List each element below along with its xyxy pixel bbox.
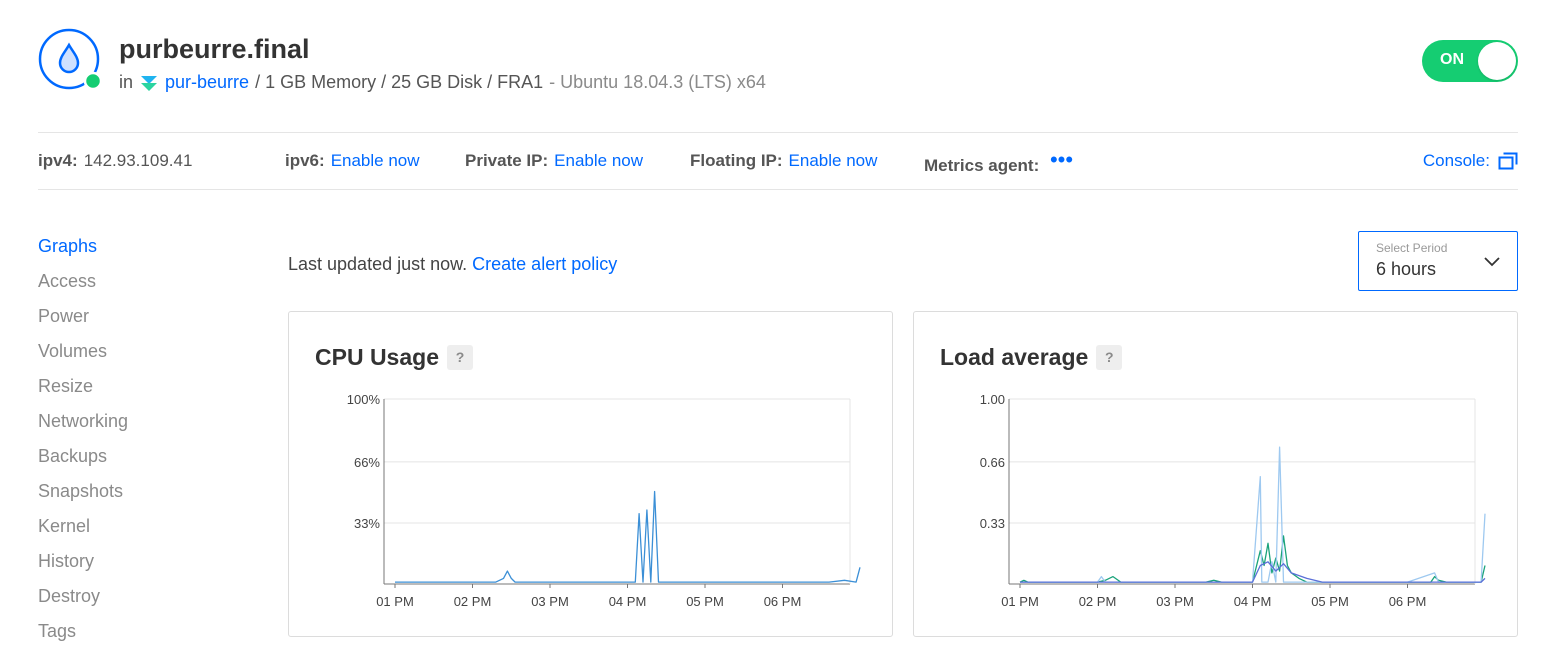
power-toggle[interactable]: ON xyxy=(1422,40,1518,82)
ipv4-value[interactable]: 142.93.109.41 xyxy=(84,151,193,170)
select-period-dropdown[interactable]: Select Period 6 hours xyxy=(1358,231,1518,291)
cpu-usage-card: 33% 66% 100% 01 PM 02 PM 03 PM 04 PM 05 PM 06 PM… xyxy=(288,311,893,637)
last-updated: Last updated just now. Create alert poli… xyxy=(288,254,617,275)
cpu-chart-y-tick-label: 33% xyxy=(354,516,380,531)
private-ip-info: Private IP: Enable now xyxy=(465,151,643,171)
load-chart-y-tick-label: 0.33 xyxy=(980,516,1005,531)
load-chart-x-tick-label: 03 PM xyxy=(1156,594,1194,609)
select-period-value: 6 hours xyxy=(1376,259,1437,279)
cpu-chart-y-tick-label: 66% xyxy=(354,455,380,470)
sidebar-item-backups[interactable]: Backups xyxy=(38,444,128,479)
load-chart-x-tick-label: 01 PM xyxy=(1001,594,1039,609)
sidebar-item-tags[interactable]: Tags xyxy=(38,619,128,645)
cpu-usage-help-icon[interactable]: ? xyxy=(446,345,473,370)
cpu-chart-x-tick-label: 03 PM xyxy=(531,594,569,609)
load-chart-y-tick-label: 1.00 xyxy=(980,392,1005,407)
private-ip-enable-link[interactable]: Enable now xyxy=(554,151,643,170)
sidebar-item-kernel[interactable]: Kernel xyxy=(38,514,128,549)
load-chart-x-tick-label: 02 PM xyxy=(1079,594,1117,609)
droplet-sidebar: Graphs Access Power Volumes Resize Netwo… xyxy=(38,234,128,645)
in-label: in xyxy=(119,72,134,92)
ipv6-info: ipv6: Enable now xyxy=(285,151,420,171)
private-ip-label: Private IP: xyxy=(465,151,549,170)
status-dot-icon xyxy=(83,71,102,91)
floating-ip-enable-link[interactable]: Enable now xyxy=(789,151,878,170)
load-chart-y-tick-label: 0.66 xyxy=(980,455,1005,470)
cpu-chart-x-tick-label: 06 PM xyxy=(764,594,802,609)
sidebar-item-graphs[interactable]: Graphs xyxy=(38,234,128,269)
sidebar-item-networking[interactable]: Networking xyxy=(38,409,128,444)
cpu-usage-title: CPU Usage ? xyxy=(315,344,473,371)
load-chart-x-tick-label: 05 PM xyxy=(1311,594,1349,609)
sidebar-item-volumes[interactable]: Volumes xyxy=(38,339,128,374)
ipv4-label: ipv4: xyxy=(38,151,78,170)
metrics-agent-info: Metrics agent: ••• xyxy=(924,147,1073,177)
metrics-agent-label: Metrics agent: xyxy=(924,156,1040,175)
ipv4-info: ipv4: 142.93.109.41 xyxy=(38,151,192,171)
metrics-agent-more-icon[interactable]: ••• xyxy=(1050,147,1073,172)
cpu-chart-y-tick-label: 100% xyxy=(347,392,381,407)
droplet-header: purbeurre.final in pur-beurre / 1 GB Mem… xyxy=(38,28,1518,98)
sidebar-item-power[interactable]: Power xyxy=(38,304,128,339)
cpu-usage-title-text: CPU Usage xyxy=(315,344,439,370)
toggle-knob xyxy=(1478,42,1516,80)
power-toggle-label: ON xyxy=(1440,51,1464,68)
ipv6-label: ipv6: xyxy=(285,151,325,170)
sidebar-item-access[interactable]: Access xyxy=(38,269,128,304)
sidebar-item-destroy[interactable]: Destroy xyxy=(38,584,128,619)
load-chart-series-line-1 xyxy=(1020,446,1486,583)
ipv6-enable-link[interactable]: Enable now xyxy=(331,151,420,170)
load-average-title: Load average ? xyxy=(940,344,1123,371)
select-period-caption: Select Period xyxy=(1376,241,1448,255)
console-link[interactable]: Console: xyxy=(1423,151,1518,171)
create-alert-policy-link[interactable]: Create alert policy xyxy=(472,254,617,274)
droplet-title: purbeurre.final xyxy=(119,34,310,64)
last-updated-text: Last updated just now. xyxy=(288,254,468,274)
sidebar-item-resize[interactable]: Resize xyxy=(38,374,128,409)
droplet-logo-icon xyxy=(38,28,102,91)
console-label: Console: xyxy=(1422,151,1490,170)
load-average-card: 0.33 0.66 1.00 01 PM 02 PM 03 PM 04 PM 05 PM 06 … xyxy=(913,311,1518,637)
cpu-chart-series-line-0 xyxy=(395,490,861,583)
external-window-icon xyxy=(1498,152,1518,170)
cpu-chart-x-tick-label: 01 PM xyxy=(376,594,414,609)
project-link[interactable]: pur-beurre xyxy=(165,72,249,93)
load-chart-x-tick-label: 04 PM xyxy=(1234,594,1272,609)
floating-ip-info: Floating IP: Enable now xyxy=(690,151,877,171)
chevron-down-icon xyxy=(1484,257,1500,267)
cpu-chart-x-tick-label: 04 PM xyxy=(609,594,647,609)
droplet-subtitle: in pur-beurre / 1 GB Memory / 25 GB Disk… xyxy=(119,72,766,93)
droplet-info-bar: ipv4: 142.93.109.41 ipv6: Enable now Priva… xyxy=(38,132,1518,190)
droplet-specs: / 1 GB Memory / 25 GB Disk / FRA1 xyxy=(255,72,544,92)
load-chart-x-tick-label: 06 PM xyxy=(1389,594,1427,609)
load-average-help-icon[interactable]: ? xyxy=(1096,345,1123,370)
floating-ip-label: Floating IP: xyxy=(690,151,783,170)
cpu-chart-x-tick-label: 05 PM xyxy=(686,594,724,609)
droplet-os: - Ubuntu 18.04.3 (LTS) x64 xyxy=(549,72,766,92)
sidebar-item-snapshots[interactable]: Snapshots xyxy=(38,479,128,514)
team-icon xyxy=(141,75,158,91)
sidebar-item-history[interactable]: History xyxy=(38,549,128,584)
cpu-chart-x-tick-label: 02 PM xyxy=(454,594,492,609)
load-average-title-text: Load average xyxy=(940,344,1089,370)
